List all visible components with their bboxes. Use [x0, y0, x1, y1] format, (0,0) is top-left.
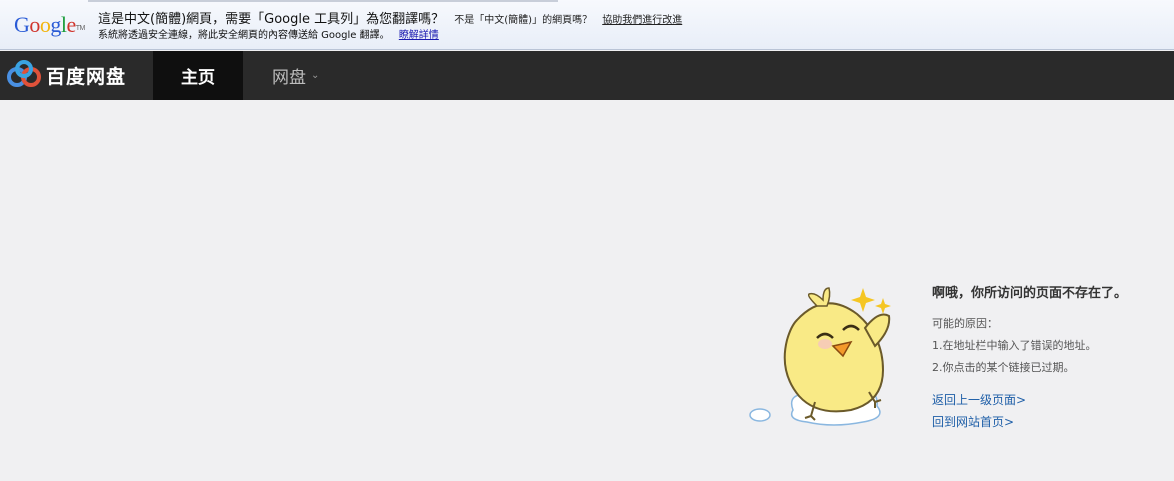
brand[interactable]: 百度网盘 — [6, 59, 126, 91]
learn-more-link[interactable]: 瞭解詳情 — [399, 30, 439, 41]
back-to-home-link[interactable]: 回到网站首页> — [932, 415, 1172, 429]
chevron-down-icon: ⌄ — [311, 70, 320, 81]
tab-netdisk-label: 网盘 — [272, 68, 306, 88]
not-language-text: 不是「中文(簡體)」的網頁嗎？ — [454, 15, 593, 26]
translate-bar: GoogleTM 這是中文(簡體)網頁，需要「Google 工具列」為您翻譯嗎？… — [0, 0, 1174, 50]
brand-name: 百度网盘 — [46, 65, 127, 88]
error-reason-2: 2.你点击的某个链接已过期。 — [932, 361, 1075, 374]
error-reasons-label: 可能的原因： — [932, 317, 998, 330]
error-reason-1: 1.在地址栏中输入了错误的地址。 — [932, 339, 1097, 352]
tab-home-label: 主页 — [181, 68, 215, 88]
translate-sub-line: 系統將透過安全連線，將此安全網頁的內容傳送給 Google 翻譯。 瞭解詳情 — [98, 30, 439, 42]
top-nav: 百度网盘 主页 网盘 ⌄ — [0, 51, 1174, 100]
baidu-cloud-logo-icon — [7, 60, 41, 87]
error-panel: 啊哦，你所访问的页面不存在了。 可能的原因： 1.在地址栏中输入了错误的地址。 … — [932, 285, 1172, 437]
translate-message: 這是中文(簡體)網頁，需要「Google 工具列」為您翻譯嗎？ — [98, 12, 445, 27]
tab-home[interactable]: 主页 — [153, 51, 243, 100]
window-edge — [88, 0, 558, 2]
help-improve-link[interactable]: 協助我們進行改進 — [602, 15, 682, 26]
back-to-previous-link[interactable]: 返回上一级页面> — [932, 393, 1172, 407]
error-title: 啊哦，你所访问的页面不存在了。 — [932, 286, 1128, 301]
google-logo: GoogleTM — [14, 12, 86, 37]
translate-message-line: 這是中文(簡體)網頁，需要「Google 工具列」為您翻譯嗎？ 不是「中文(簡體… — [98, 12, 682, 29]
error-links: 返回上一级页面> 回到网站首页> — [932, 393, 1172, 429]
chick-mascot-illustration — [749, 287, 891, 426]
tab-netdisk[interactable]: 网盘 ⌄ — [272, 51, 319, 100]
translate-sub-message: 系統將透過安全連線，將此安全網頁的內容傳送給 Google 翻譯。 — [98, 30, 390, 41]
logo-tm: TM — [75, 25, 86, 32]
